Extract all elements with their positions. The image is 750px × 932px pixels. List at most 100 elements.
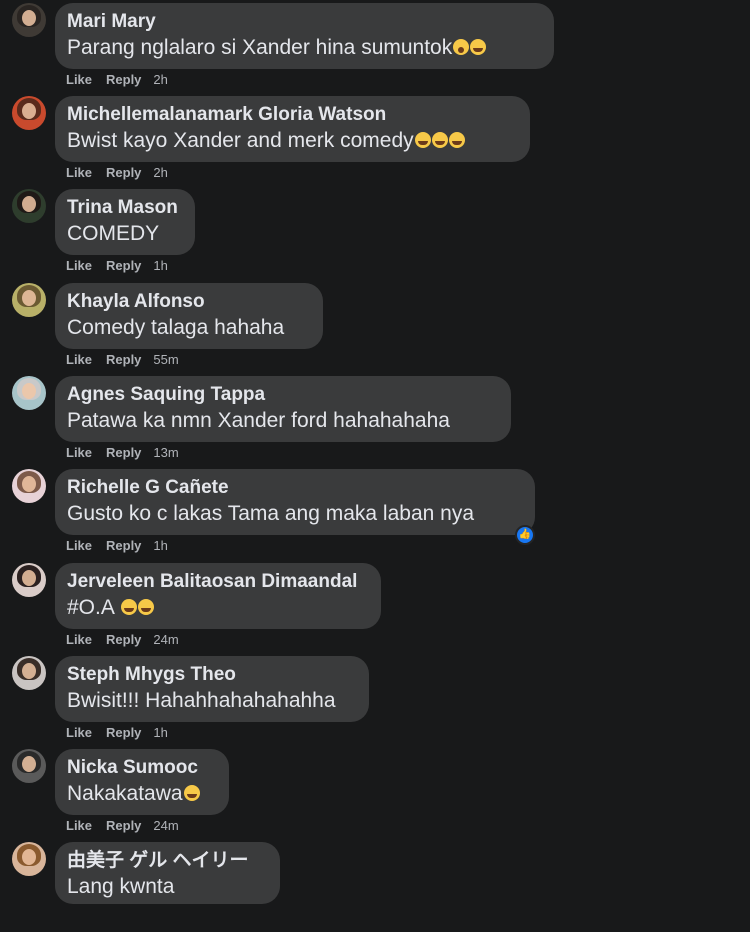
avatar[interactable]	[12, 842, 46, 876]
comment-timestamp[interactable]: 13m	[153, 445, 178, 460]
comment-timestamp[interactable]: 24m	[153, 818, 178, 833]
comment-bubble: Khayla Alfonso Comedy talaga hahaha	[55, 283, 323, 349]
comment-text-content: Patawa ka nmn Xander ford hahahahaha	[67, 409, 450, 432]
comment-text-content: Gusto ko c lakas Tama ang maka laban nya	[67, 502, 475, 525]
comment-timestamp[interactable]: 1h	[153, 538, 167, 553]
comment-author[interactable]: Agnes Saquing Tappa	[67, 382, 498, 407]
reply-button[interactable]: Reply	[106, 632, 141, 647]
comment-text: Gusto ko c lakas Tama ang maka laban nya	[67, 500, 522, 528]
avatar-face	[22, 103, 36, 119]
comment-author[interactable]: Steph Mhygs Theo	[67, 662, 356, 687]
laughing-emoji-icon	[183, 785, 200, 801]
like-button[interactable]: Like	[66, 352, 92, 367]
comment-author[interactable]: 由美子 ゲル ヘイリー	[67, 848, 267, 873]
like-button[interactable]: Like	[66, 445, 92, 460]
avatar-face	[22, 290, 36, 306]
comment-item: 由美子 ゲル ヘイリーLang kwntaLikeReply	[0, 839, 750, 932]
avatar[interactable]	[12, 189, 46, 223]
comment-text: Lang kwnta	[67, 873, 267, 901]
comment-actions: Like Reply 24m	[66, 632, 193, 647]
comment-timestamp[interactable]: 55m	[153, 352, 178, 367]
avatar-face	[22, 476, 36, 492]
laughing-emoji-icon	[470, 39, 487, 55]
comment-item: Trina Mason COMEDY Like Reply 1h	[0, 186, 750, 279]
comment-item: Jerveleen Balitaosan Dimaandal #O.A Like R…	[0, 560, 750, 653]
comment-timestamp[interactable]: 1h	[153, 258, 167, 273]
comment-timestamp[interactable]: 2h	[153, 72, 167, 87]
reply-button[interactable]: Reply	[106, 445, 141, 460]
avatar[interactable]	[12, 656, 46, 690]
comment-text-content: Lang kwnta	[67, 875, 175, 898]
comment-text-content: Parang nglalaro si Xander hina sumuntok	[67, 36, 453, 59]
comment-bubble: Richelle G Cañete Gusto ko c lakas Tama a…	[55, 469, 535, 535]
comment-item: Mari Mary Parang nglalaro si Xander hina …	[0, 0, 750, 93]
avatar[interactable]	[12, 563, 46, 597]
reply-button[interactable]: Reply	[106, 352, 141, 367]
comment-author[interactable]: Trina Mason	[67, 195, 182, 220]
reply-button[interactable]: Reply	[106, 258, 141, 273]
avatar[interactable]	[12, 376, 46, 410]
comment-author[interactable]: Khayla Alfonso	[67, 289, 310, 314]
comment-item: Steph Mhygs Theo Bwisit!!! Hahahhahahahah…	[0, 653, 750, 746]
comment-item: Richelle G Cañete Gusto ko c lakas Tama a…	[0, 466, 750, 559]
comment-text: Nakakatawa	[67, 780, 216, 808]
comment-item: Khayla Alfonso Comedy talaga hahaha Like Re…	[0, 280, 750, 373]
comment-actions: Like Reply 1h	[66, 538, 182, 553]
reply-button[interactable]: Reply	[106, 72, 141, 87]
comment-author[interactable]: Jerveleen Balitaosan Dimaandal	[67, 569, 368, 594]
comment-text-content: COMEDY	[67, 222, 160, 245]
comment-author[interactable]: Michellemalanamark Gloria Watson	[67, 102, 517, 127]
comment-text-content: Bwisit!!! Hahahhahahahahha	[67, 689, 336, 712]
comment-author[interactable]: Mari Mary	[67, 9, 541, 34]
comment-text: Bwist kayo Xander and merk comedy	[67, 127, 517, 155]
comment-item: Nicka Sumooc Nakakatawa Like Reply 24m	[0, 746, 750, 839]
reply-button[interactable]: Reply	[106, 725, 141, 740]
comment-author[interactable]: Richelle G Cañete	[67, 475, 522, 500]
avatar-face	[22, 570, 36, 586]
comment-item: Michellemalanamark Gloria Watson Bwist ka…	[0, 93, 750, 186]
like-button[interactable]: Like	[66, 165, 92, 180]
like-button[interactable]: Like	[66, 72, 92, 87]
laughing-emoji-icon	[414, 132, 431, 148]
comment-actions: Like Reply 13m	[66, 445, 193, 460]
comment-text: #O.A	[67, 594, 368, 622]
avatar[interactable]	[12, 283, 46, 317]
avatar[interactable]	[12, 749, 46, 783]
comment-actions: Like Reply 2h	[66, 72, 182, 87]
reply-button[interactable]: Reply	[106, 538, 141, 553]
like-button[interactable]: Like	[66, 258, 92, 273]
comment-actions: Like Reply 1h	[66, 725, 182, 740]
laughing-emoji-icon	[137, 599, 154, 615]
like-button[interactable]: Like	[66, 818, 92, 833]
comment-author[interactable]: Nicka Sumooc	[67, 755, 216, 780]
laughing-emoji-icon	[448, 132, 465, 148]
avatar[interactable]	[12, 96, 46, 130]
avatar-face	[22, 663, 36, 679]
avatar-face	[22, 756, 36, 772]
laughing-emoji-icon	[431, 132, 448, 148]
avatar-face	[22, 383, 36, 399]
comment-bubble: Trina Mason COMEDY	[55, 189, 195, 255]
like-reaction-icon[interactable]: 👍	[515, 525, 535, 545]
comment-timestamp[interactable]: 1h	[153, 725, 167, 740]
comment-bubble: Michellemalanamark Gloria Watson Bwist ka…	[55, 96, 530, 162]
like-button[interactable]: Like	[66, 538, 92, 553]
avatar[interactable]	[12, 3, 46, 37]
comment-text-content: #O.A	[67, 596, 120, 619]
comment-item: Agnes Saquing Tappa Patawa ka nmn Xander …	[0, 373, 750, 466]
like-button[interactable]: Like	[66, 725, 92, 740]
reply-button[interactable]: Reply	[106, 165, 141, 180]
comment-actions: Like Reply 1h	[66, 258, 182, 273]
comment-bubble: Jerveleen Balitaosan Dimaandal #O.A	[55, 563, 381, 629]
like-button[interactable]: Like	[66, 632, 92, 647]
comment-text: COMEDY	[67, 220, 182, 248]
reply-button[interactable]: Reply	[106, 818, 141, 833]
comment-text: Parang nglalaro si Xander hina sumuntok	[67, 34, 541, 62]
comment-text-content: Nakakatawa	[67, 782, 183, 805]
avatar-face	[22, 10, 36, 26]
comment-text-content: Comedy talaga hahaha	[67, 316, 285, 339]
avatar[interactable]	[12, 469, 46, 503]
comment-timestamp[interactable]: 24m	[153, 632, 178, 647]
comment-timestamp[interactable]: 2h	[153, 165, 167, 180]
comment-bubble: Steph Mhygs Theo Bwisit!!! Hahahhahahahah…	[55, 656, 369, 722]
